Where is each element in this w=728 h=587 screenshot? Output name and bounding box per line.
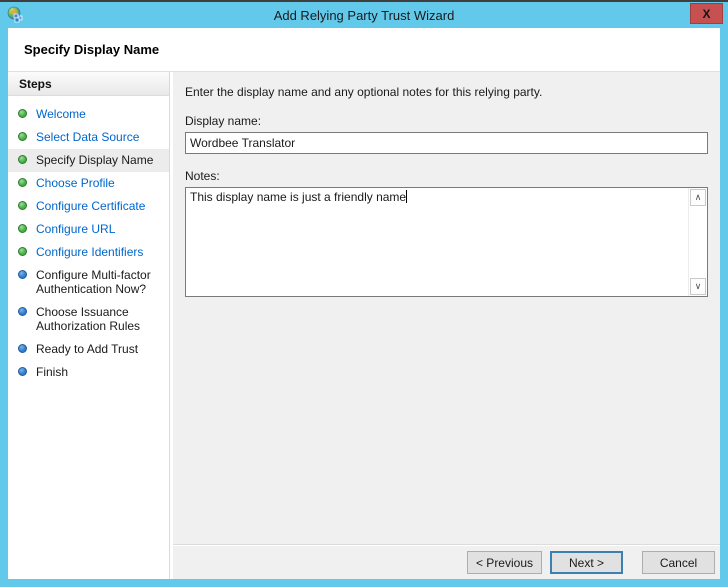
steps-sidebar: Steps Welcome Select Data Source Specify… [8, 72, 170, 579]
previous-button[interactable]: < Previous [467, 551, 542, 574]
steps-header: Steps [8, 72, 169, 96]
notes-textarea[interactable]: This display name is just a friendly nam… [185, 187, 708, 297]
sidebar-item-configure-multi-factor-authentication-now: Configure Multi-factor Authentication No… [8, 264, 169, 301]
sidebar-item-configure-url[interactable]: Configure URL [8, 218, 169, 241]
step-status-icon [18, 224, 27, 233]
step-status-icon [18, 270, 27, 279]
sidebar-item-specify-display-name: Specify Display Name [8, 149, 169, 172]
sidebar-item-welcome[interactable]: Welcome [8, 103, 169, 126]
step-status-icon [18, 367, 27, 376]
step-status-icon [18, 132, 27, 141]
scrollbar-down-icon[interactable]: ∨ [690, 278, 706, 295]
step-description: Enter the display name and any optional … [185, 85, 708, 99]
sidebar-item-configure-certificate[interactable]: Configure Certificate [8, 195, 169, 218]
scrollbar-up-icon[interactable]: ∧ [690, 189, 706, 206]
sidebar-item-select-data-source[interactable]: Select Data Source [8, 126, 169, 149]
steps-list: Welcome Select Data Source Specify Displ… [8, 96, 169, 384]
content-row: Steps Welcome Select Data Source Specify… [8, 72, 720, 579]
adfs-app-icon [6, 6, 24, 24]
sidebar-item-configure-identifiers[interactable]: Configure Identifiers [8, 241, 169, 264]
notes-text: This display name is just a friendly nam… [186, 188, 688, 296]
display-name-label: Display name: [185, 114, 708, 128]
window-body: Specify Display Name Steps Welcome Selec… [8, 28, 720, 579]
window-title: Add Relying Party Trust Wizard [0, 8, 728, 23]
step-status-icon [18, 178, 27, 187]
sidebar-item-choose-profile[interactable]: Choose Profile [8, 172, 169, 195]
main-panel: Enter the display name and any optional … [173, 72, 720, 545]
step-status-icon [18, 109, 27, 118]
next-button[interactable]: Next > [550, 551, 623, 574]
text-cursor [406, 190, 407, 203]
step-status-icon [18, 344, 27, 353]
page-header: Specify Display Name [8, 28, 720, 72]
page-title: Specify Display Name [24, 42, 159, 57]
footer-bar: < Previous Next > Cancel [173, 545, 720, 579]
step-status-icon [18, 247, 27, 256]
close-icon: X [702, 7, 710, 21]
display-name-input[interactable] [185, 132, 708, 154]
titlebar: Add Relying Party Trust Wizard X [0, 2, 728, 28]
cancel-button[interactable]: Cancel [642, 551, 715, 574]
step-status-icon [18, 307, 27, 316]
wizard-window: Add Relying Party Trust Wizard X Specify… [0, 0, 728, 587]
sidebar-item-finish: Finish [8, 361, 169, 384]
step-status-icon [18, 155, 27, 164]
sidebar-item-ready-to-add-trust: Ready to Add Trust [8, 338, 169, 361]
main-column: Enter the display name and any optional … [173, 72, 720, 579]
close-button[interactable]: X [690, 3, 723, 24]
notes-label: Notes: [185, 169, 708, 183]
notes-scrollbar[interactable]: ∧ ∨ [688, 188, 707, 296]
step-status-icon [18, 201, 27, 210]
sidebar-item-choose-issuance-authorization-rules: Choose Issuance Authorization Rules [8, 301, 169, 338]
